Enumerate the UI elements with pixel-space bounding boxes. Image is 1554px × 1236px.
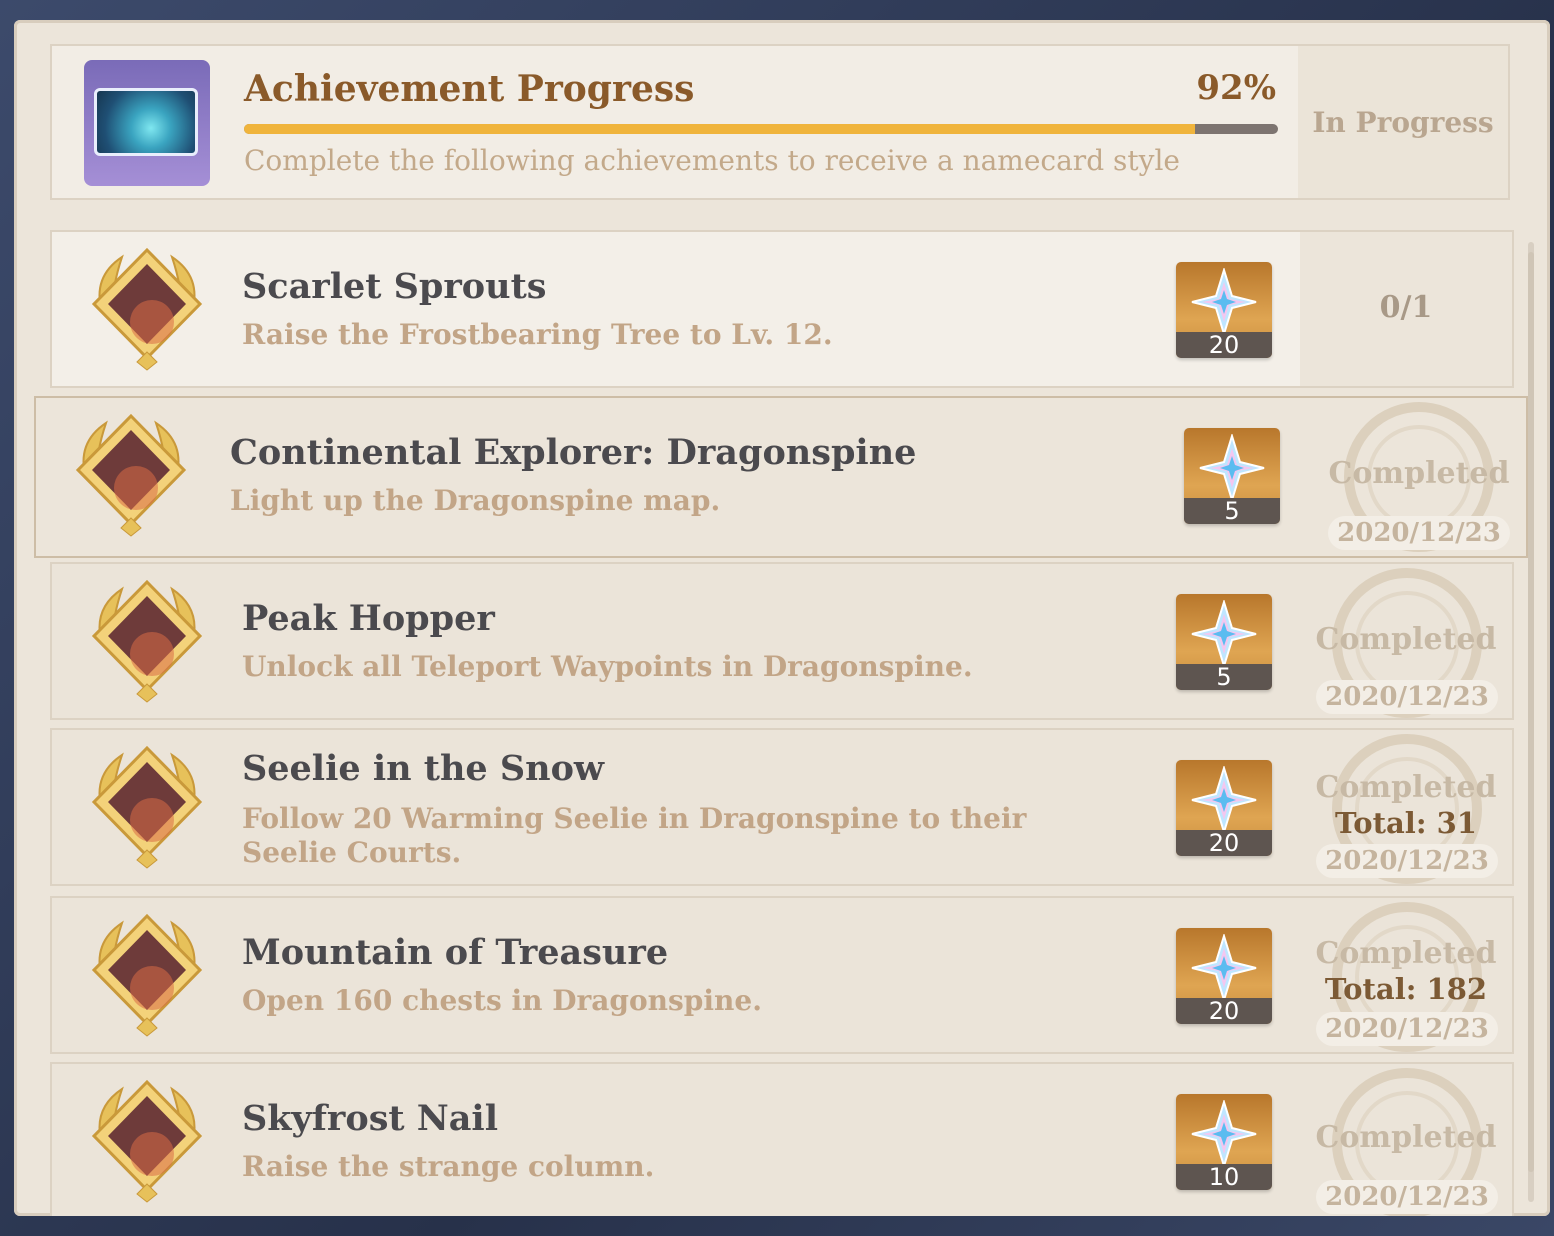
reward-count: 20 [1176,332,1272,358]
achievement-description: Follow 20 Warming Seelie in Dragonspine … [242,802,1027,869]
progress-bar-fill [244,124,1196,134]
scrollbar-thumb[interactable] [1528,252,1534,1172]
completion-date: 2020/12/23 [1316,1180,1498,1214]
primogem-icon [1199,434,1265,502]
namecard-preview-image [94,88,198,156]
achievement-description: Raise the strange column. [242,1150,655,1183]
reward-count: 5 [1176,664,1272,690]
primogem-reward[interactable]: 20 [1176,928,1272,1024]
achievement-description: Raise the Frostbearing Tree to Lv. 12. [242,318,833,351]
primogem-icon [1191,600,1257,668]
reward-count: 10 [1176,1164,1272,1190]
achievement-row[interactable]: Mountain of Treasure Open 160 chests in … [50,896,1514,1054]
achievement-description: Unlock all Teleport Waypoints in Dragons… [242,650,973,683]
achievement-badge-icon [91,913,203,1037]
scrollbar[interactable] [1528,242,1534,1202]
achievement-status: Completed Total: 31 2020/12/23 [1300,730,1512,884]
progress-title: Achievement Progress [244,68,695,110]
achievement-name: Mountain of Treasure [242,932,669,973]
primogem-reward[interactable]: 20 [1176,262,1272,358]
progress-percent: 92% [1196,68,1276,108]
progress-bar [244,124,1278,134]
achievement-progress-count: 0/1 [1379,290,1433,325]
primogem-reward[interactable]: 5 [1184,428,1280,524]
completion-total: Total: 182 [1324,972,1488,1006]
achievement-row-selected[interactable]: Continental Explorer: Dragonspine Light … [34,396,1528,558]
primogem-icon [1191,1100,1257,1168]
achievement-row[interactable]: Seelie in the Snow Follow 20 Warming See… [50,728,1514,886]
primogem-reward[interactable]: 5 [1176,594,1272,690]
reward-count: 20 [1176,998,1272,1024]
achievement-name: Scarlet Sprouts [242,266,547,307]
primogem-icon [1191,766,1257,834]
completion-date: 2020/12/23 [1316,1012,1498,1046]
achievement-status: Completed Total: 182 2020/12/23 [1300,898,1512,1052]
achievement-description: Light up the Dragonspine map. [230,484,721,517]
achievement-panel: Achievement Progress 92% Complete the fo… [14,20,1550,1216]
achievement-name: Skyfrost Nail [242,1098,499,1139]
completed-label: Completed [1315,770,1497,805]
achievement-badge-icon [91,1079,203,1203]
progress-status: In Progress [1298,46,1508,198]
achievement-status: Completed 2020/12/23 [1300,564,1512,718]
reward-count: 20 [1176,830,1272,856]
achievement-row[interactable]: Peak Hopper Unlock all Teleport Waypoint… [50,562,1514,720]
namecard-icon[interactable] [84,60,210,186]
achievement-row[interactable]: Skyfrost Nail Raise the strange column. … [50,1062,1514,1216]
achievement-description: Open 160 chests in Dragonspine. [242,984,762,1017]
achievement-name: Seelie in the Snow [242,748,605,789]
achievement-row[interactable]: Scarlet Sprouts Raise the Frostbearing T… [50,230,1514,388]
completed-label: Completed [1315,936,1497,971]
completed-label: Completed [1328,456,1510,491]
achievement-badge-icon [91,745,203,869]
achievement-status: Completed 2020/12/23 [1312,398,1526,556]
achievement-status: 0/1 [1300,232,1512,386]
achievement-badge-icon [75,413,187,537]
achievement-badge-icon [91,579,203,703]
primogem-reward[interactable]: 10 [1176,1094,1272,1190]
reward-count: 5 [1184,498,1280,524]
completion-date: 2020/12/23 [1316,844,1498,878]
achievement-name: Peak Hopper [242,598,495,639]
primogem-icon [1191,268,1257,336]
achievement-progress-header: Achievement Progress 92% Complete the fo… [50,44,1510,200]
completion-total: Total: 31 [1335,806,1477,840]
completion-date: 2020/12/23 [1316,680,1498,714]
achievement-name: Continental Explorer: Dragonspine [230,432,917,473]
achievement-badge-icon [91,247,203,371]
achievement-status: Completed 2020/12/23 [1300,1064,1512,1216]
completion-date: 2020/12/23 [1328,516,1510,550]
completed-label: Completed [1315,1120,1497,1155]
completed-label: Completed [1315,622,1497,657]
primogem-icon [1191,934,1257,1002]
primogem-reward[interactable]: 20 [1176,760,1272,856]
progress-description: Complete the following achievements to r… [244,144,1180,177]
